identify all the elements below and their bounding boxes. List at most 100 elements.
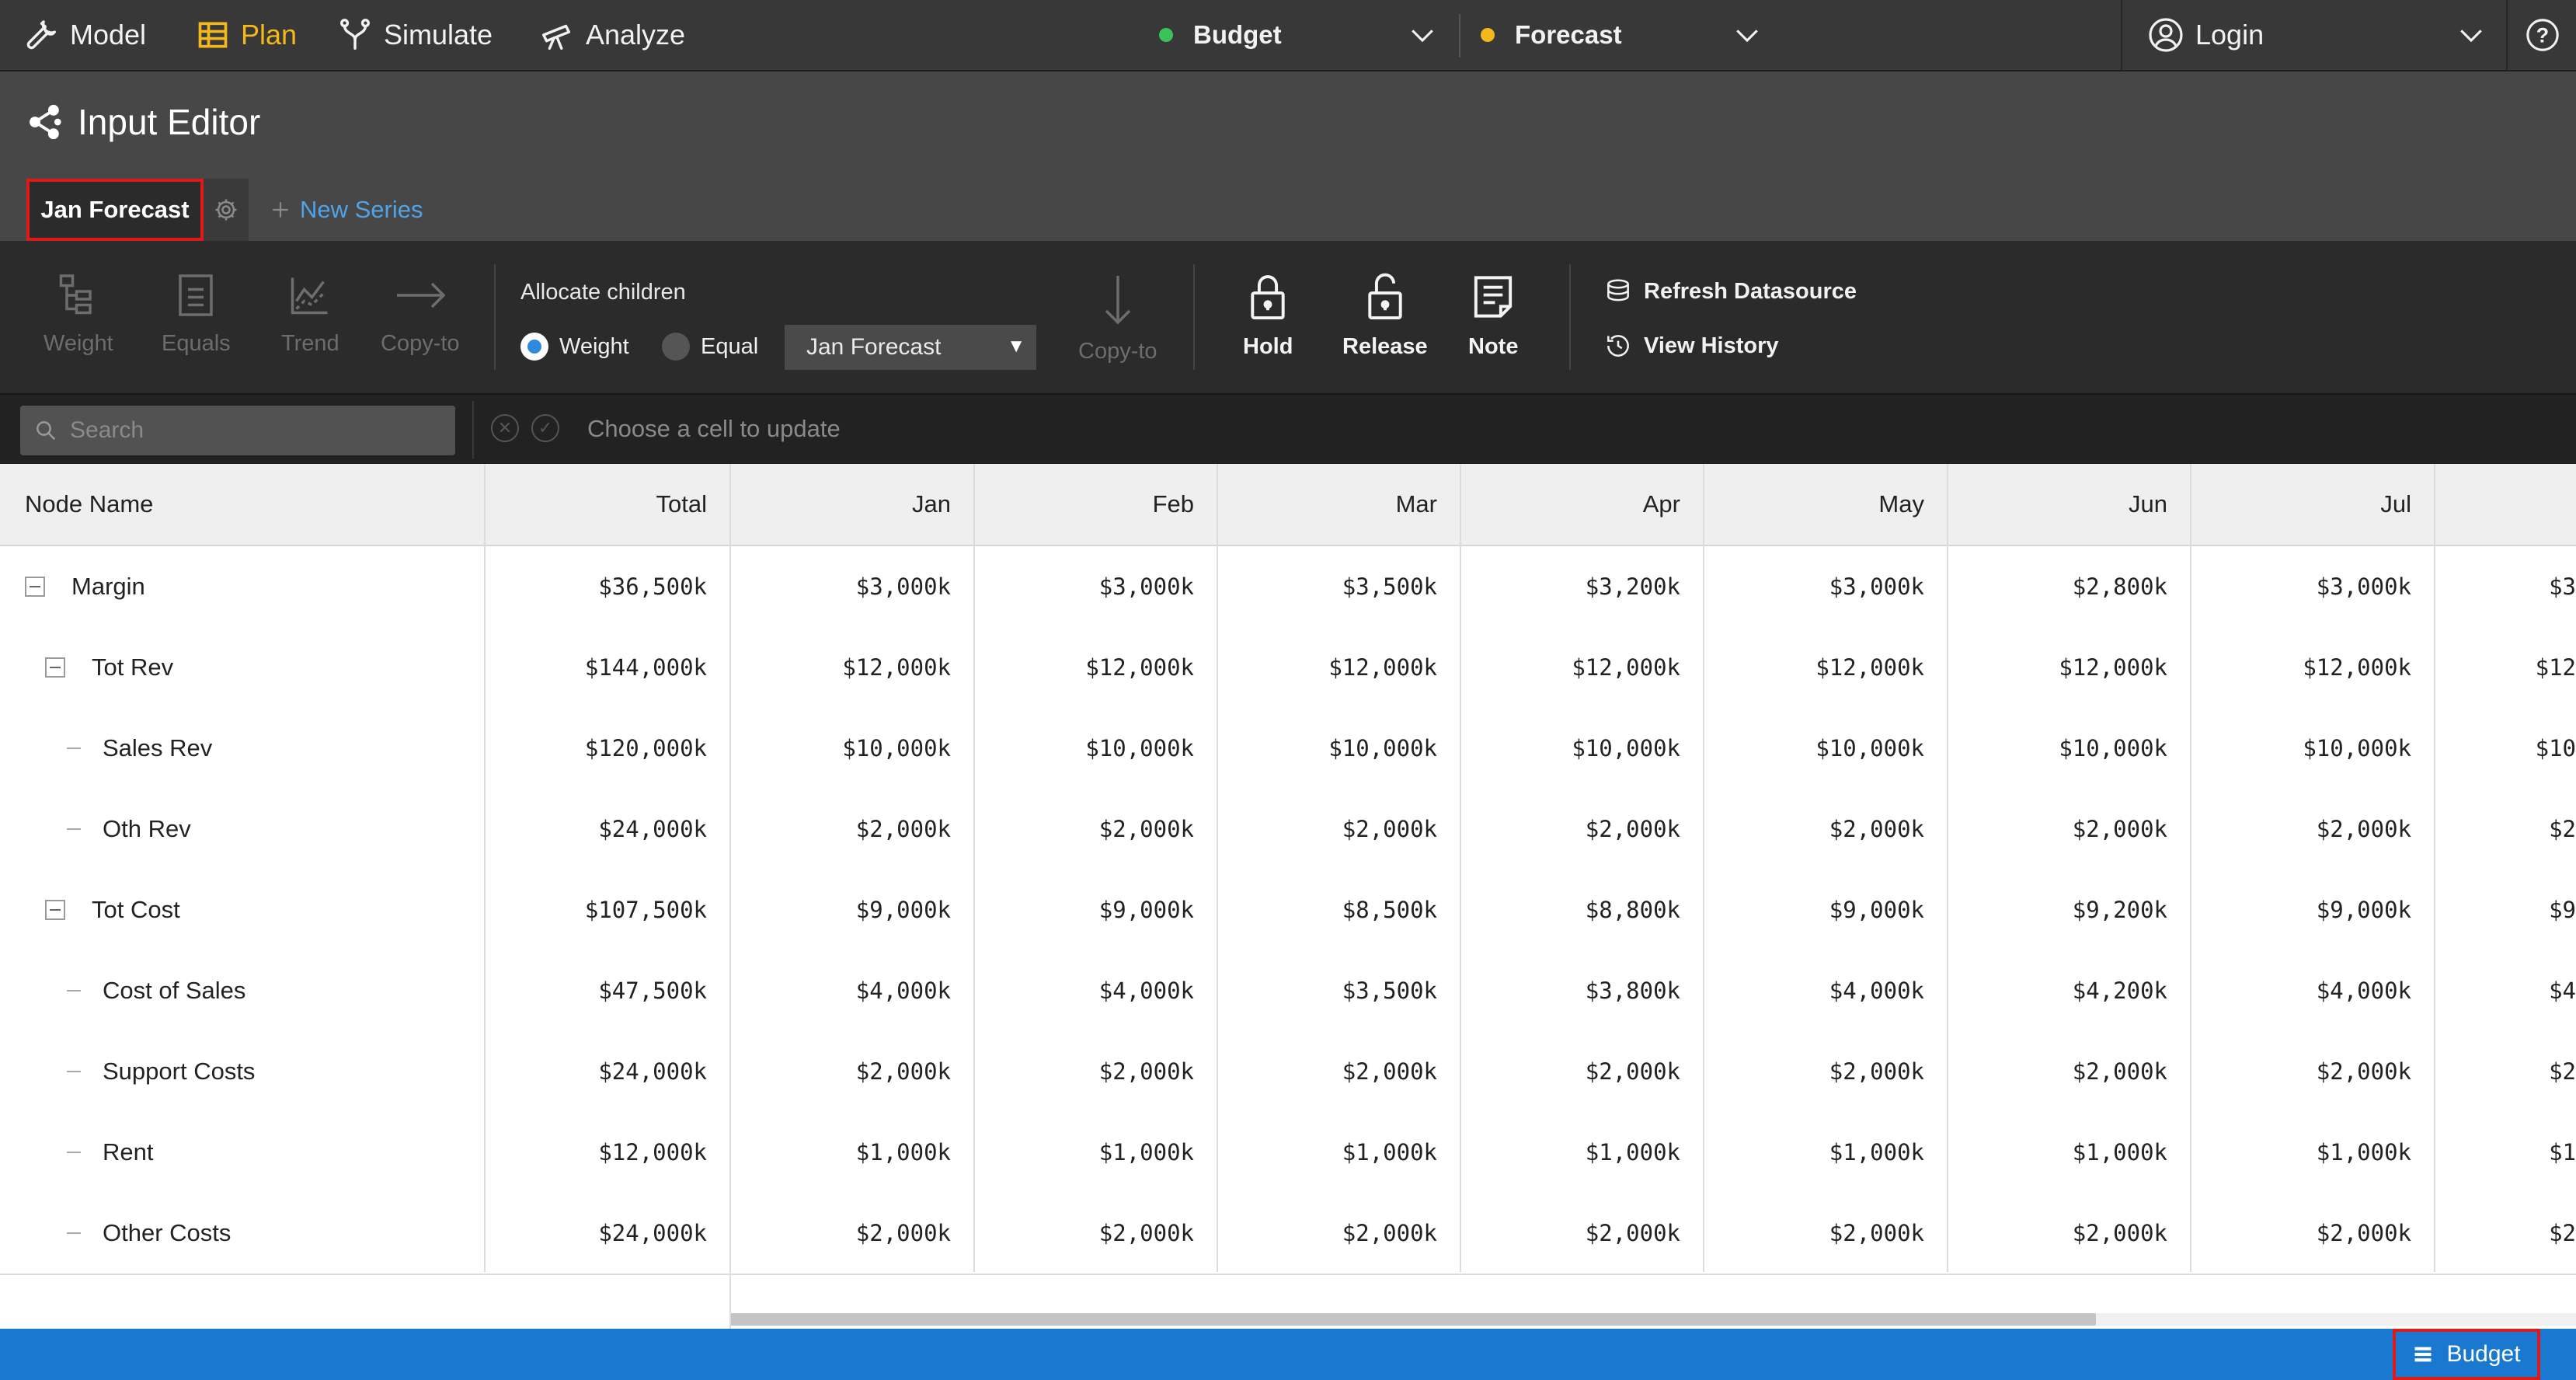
node-name-cell[interactable]: Cost of Sales	[0, 950, 485, 1031]
value-cell[interactable]: $1,000k	[1704, 1112, 1948, 1193]
collapse-toggle-icon[interactable]	[45, 900, 65, 920]
forecast-scenario-selector[interactable]: Forecast	[1481, 0, 1622, 70]
value-cell-clipped[interactable]: $4	[2435, 950, 2576, 1031]
value-cell[interactable]: $2,000k	[974, 1031, 1217, 1112]
value-cell[interactable]: $12,000k	[1217, 627, 1460, 708]
help-button[interactable]: ?	[2525, 0, 2560, 70]
value-cell[interactable]: $2,000k	[1704, 1031, 1948, 1112]
value-cell[interactable]: $2,000k	[2191, 789, 2435, 869]
value-cell[interactable]: $3,000k	[1704, 546, 1948, 627]
hold-button[interactable]: Hold	[1243, 272, 1293, 360]
value-cell[interactable]: $12,000k	[2191, 627, 2435, 708]
cancel-edit-icon[interactable]: ✕	[491, 414, 519, 442]
login-menu[interactable]: Login	[2147, 0, 2264, 70]
value-cell[interactable]: $2,000k	[730, 789, 974, 869]
search-input[interactable]	[68, 416, 444, 444]
nav-model[interactable]: Model	[23, 0, 146, 70]
value-cell[interactable]: $1,000k	[1217, 1112, 1460, 1193]
column-header-may[interactable]: May	[1704, 464, 1948, 545]
value-cell[interactable]: $2,000k	[1948, 1193, 2191, 1274]
node-name-cell[interactable]: Sales Rev	[0, 708, 485, 789]
chevron-down-icon[interactable]	[1734, 23, 1760, 47]
value-cell[interactable]: $4,000k	[730, 950, 974, 1031]
value-cell[interactable]: $9,200k	[1948, 869, 2191, 950]
node-name-cell[interactable]: Tot Cost	[0, 869, 485, 950]
value-cell[interactable]: $4,200k	[1948, 950, 2191, 1031]
node-name-cell[interactable]: Support Costs	[0, 1031, 485, 1112]
value-cell[interactable]: $2,000k	[1948, 789, 2191, 869]
value-cell[interactable]: $2,000k	[1460, 789, 1704, 869]
value-cell[interactable]: $2,000k	[974, 789, 1217, 869]
value-cell-clipped[interactable]: $1	[2435, 1112, 2576, 1193]
value-cell[interactable]: $9,000k	[2191, 869, 2435, 950]
column-header-mar[interactable]: Mar	[1217, 464, 1460, 545]
value-cell[interactable]: $10,000k	[1704, 708, 1948, 789]
value-cell-clipped[interactable]: $10	[2435, 708, 2576, 789]
value-cell[interactable]: $2,000k	[1217, 1031, 1460, 1112]
release-button[interactable]: Release	[1342, 272, 1428, 360]
value-cell[interactable]: $1,000k	[1460, 1112, 1704, 1193]
column-header-jun[interactable]: Jun	[1948, 464, 2191, 545]
value-cell[interactable]: $10,000k	[1948, 708, 2191, 789]
value-cell[interactable]: $107,500k	[485, 869, 730, 950]
value-cell-clipped[interactable]: $2	[2435, 1031, 2576, 1112]
chevron-down-icon[interactable]	[2458, 23, 2484, 47]
value-cell[interactable]: $9,000k	[730, 869, 974, 950]
budget-scenario-button[interactable]: Budget	[2393, 1329, 2540, 1380]
value-cell[interactable]: $2,000k	[2191, 1031, 2435, 1112]
value-cell[interactable]: $3,800k	[1460, 950, 1704, 1031]
value-cell[interactable]: $1,000k	[730, 1112, 974, 1193]
value-cell[interactable]: $3,500k	[1217, 950, 1460, 1031]
column-header-feb[interactable]: Feb	[974, 464, 1217, 545]
value-cell[interactable]: $3,000k	[730, 546, 974, 627]
horizontal-scrollbar-thumb[interactable]	[730, 1313, 2096, 1326]
value-cell[interactable]: $8,500k	[1217, 869, 1460, 950]
copy-to-tool-button[interactable]: Copy-to	[381, 272, 460, 357]
value-cell[interactable]: $3,000k	[974, 546, 1217, 627]
value-cell[interactable]: $1,000k	[1948, 1112, 2191, 1193]
value-cell[interactable]: $120,000k	[485, 708, 730, 789]
node-name-cell[interactable]: Rent	[0, 1112, 485, 1193]
value-cell[interactable]: $2,000k	[1460, 1031, 1704, 1112]
note-button[interactable]: Note	[1468, 272, 1518, 360]
tab-settings-button[interactable]	[204, 179, 249, 241]
value-cell[interactable]: $10,000k	[1217, 708, 1460, 789]
copy-to-down-button[interactable]: Copy-to	[1078, 272, 1157, 364]
value-cell-clipped[interactable]: $2	[2435, 1193, 2576, 1274]
column-header-jan[interactable]: Jan	[730, 464, 974, 545]
value-cell-clipped[interactable]: $3	[2435, 546, 2576, 627]
nav-simulate[interactable]: Simulate	[337, 0, 493, 70]
nav-plan[interactable]: Plan	[196, 0, 297, 70]
value-cell[interactable]: $12,000k	[1948, 627, 2191, 708]
value-cell[interactable]: $144,000k	[485, 627, 730, 708]
column-header-jul[interactable]: Jul	[2191, 464, 2435, 545]
value-cell[interactable]: $12,000k	[730, 627, 974, 708]
view-history-button[interactable]: View History	[1603, 331, 1779, 361]
value-cell[interactable]: $9,000k	[974, 869, 1217, 950]
equals-tool-button[interactable]: Equals	[162, 272, 231, 357]
value-cell[interactable]: $2,000k	[1704, 789, 1948, 869]
value-cell[interactable]: $8,800k	[1460, 869, 1704, 950]
node-name-cell[interactable]: Margin	[0, 546, 485, 627]
collapse-toggle-icon[interactable]	[45, 657, 65, 678]
nav-analyze[interactable]: Analyze	[539, 0, 685, 70]
value-cell-clipped[interactable]: $9	[2435, 869, 2576, 950]
node-name-cell[interactable]: Other Costs	[0, 1193, 485, 1274]
budget-scenario-selector[interactable]: Budget	[1159, 0, 1282, 70]
value-cell-clipped[interactable]: $12	[2435, 627, 2576, 708]
node-name-cell[interactable]: Tot Rev	[0, 627, 485, 708]
value-cell-clipped[interactable]: $2	[2435, 789, 2576, 869]
value-cell[interactable]: $2,800k	[1948, 546, 2191, 627]
value-cell[interactable]: $2,000k	[1948, 1031, 2191, 1112]
value-cell[interactable]: $2,000k	[1217, 789, 1460, 869]
value-cell[interactable]: $12,000k	[974, 627, 1217, 708]
search-box[interactable]	[20, 406, 455, 455]
value-cell[interactable]: $3,500k	[1217, 546, 1460, 627]
new-series-button[interactable]: New Series	[270, 179, 423, 241]
value-cell[interactable]: $10,000k	[2191, 708, 2435, 789]
value-cell[interactable]: $36,500k	[485, 546, 730, 627]
value-cell[interactable]: $2,000k	[1217, 1193, 1460, 1274]
value-cell[interactable]: $2,000k	[2191, 1193, 2435, 1274]
tab-jan-forecast[interactable]: Jan Forecast	[26, 179, 204, 241]
chevron-down-icon[interactable]	[1409, 23, 1436, 47]
